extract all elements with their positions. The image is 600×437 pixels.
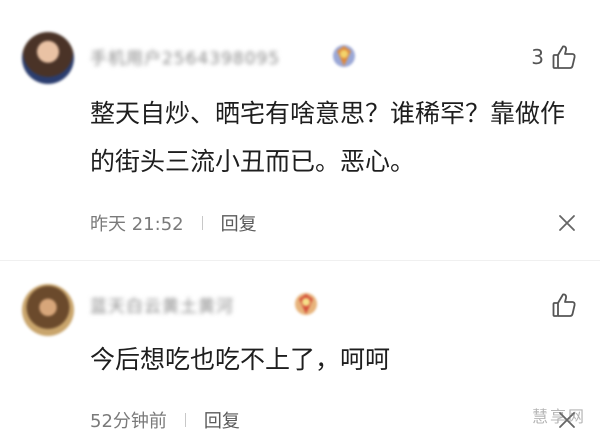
avatar[interactable]	[22, 284, 74, 336]
like-button[interactable]: 3	[531, 44, 576, 70]
like-button[interactable]	[544, 292, 576, 318]
comment-item: 手机用户2564398095 3 整天自炒、晒宅有啥意思？谁稀罕？靠做作的街头三…	[0, 0, 600, 262]
comment-item: 蓝天白云黄土黄河 今后想吃也吃不上了，呵呵 52分钟前 回复	[0, 262, 600, 437]
timestamp: 昨天 21:52	[90, 214, 184, 235]
meta-separator	[201, 216, 203, 230]
avatar[interactable]	[22, 32, 74, 84]
comment-text: 整天自炒、晒宅有啥意思？谁稀罕？靠做作的街头三流小丑而已。恶心。	[90, 99, 566, 176]
thumb-up-icon	[552, 292, 576, 318]
badge-icon	[292, 290, 320, 318]
divider	[0, 260, 600, 261]
watermark: 慧享网	[531, 407, 586, 426]
meta-separator	[184, 413, 186, 427]
reply-button[interactable]: 回复	[204, 407, 240, 433]
like-count: 3	[531, 45, 544, 69]
more-icon[interactable]	[556, 212, 578, 234]
username[interactable]: 蓝天白云黄土黄河	[90, 292, 234, 317]
comment-meta: 52分钟前 回复	[90, 407, 240, 433]
comment-text: 今后想吃也吃不上了，呵呵	[90, 345, 391, 374]
username[interactable]: 手机用户2564398095	[90, 44, 280, 69]
timestamp: 52分钟前	[90, 411, 167, 432]
thumb-up-icon	[552, 44, 576, 70]
comment-meta: 昨天 21:52 回复	[90, 210, 257, 236]
badge-icon	[330, 42, 358, 70]
reply-button[interactable]: 回复	[221, 210, 257, 236]
